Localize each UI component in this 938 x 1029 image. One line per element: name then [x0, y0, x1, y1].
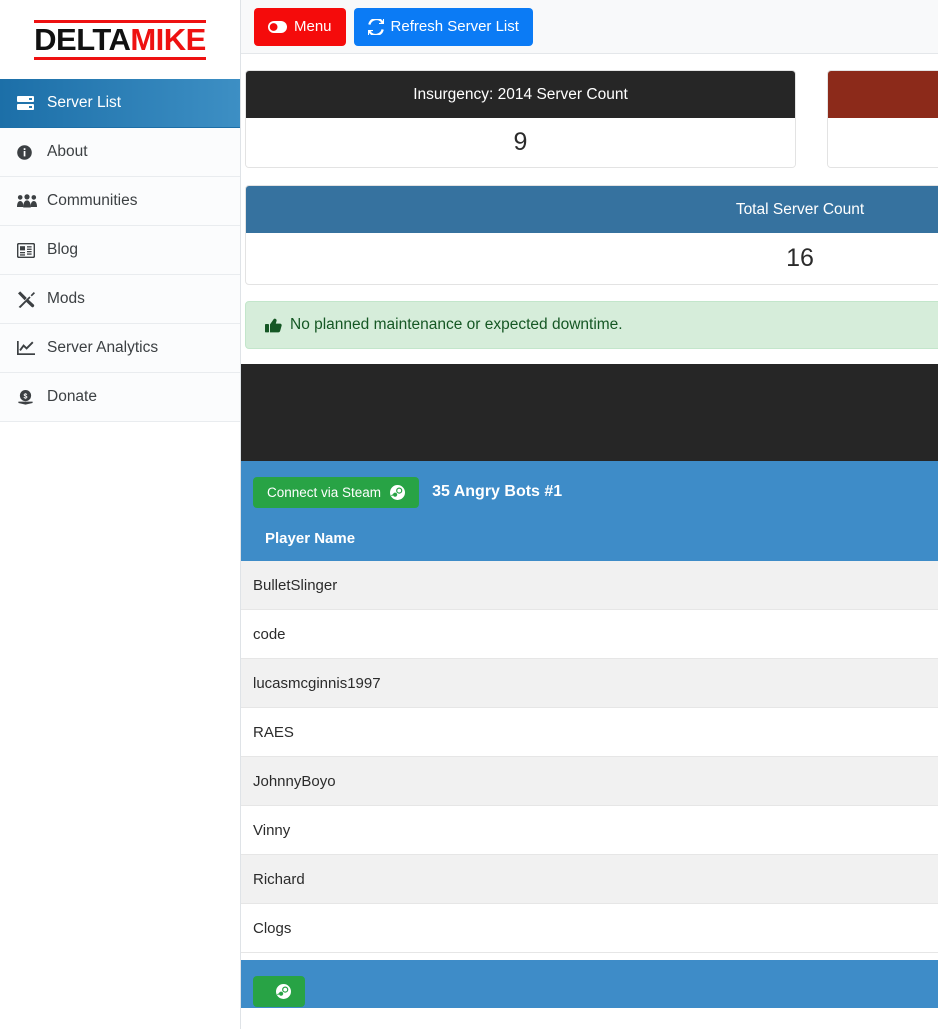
- steam-icon: [390, 484, 406, 500]
- server-card-header: Connect via Steam 35 Angry Bots #1 Playe…: [241, 461, 938, 561]
- table-row[interactable]: code: [241, 610, 938, 659]
- server-card: Connect via Steam 35 Angry Bots #1 Playe…: [241, 461, 938, 953]
- total-card-header: Total Server Count: [246, 186, 938, 233]
- server-card-header-row: Connect via Steam 35 Angry Bots #1: [253, 475, 938, 509]
- page-root: DELTAMIKE Server List About Communities …: [0, 0, 938, 1029]
- sidebar: DELTAMIKE Server List About Communities …: [0, 0, 241, 1029]
- table-row[interactable]: JohnnyBoyo: [241, 757, 938, 806]
- toolbar: Menu Refresh Server List: [241, 0, 938, 54]
- card-value: 9: [246, 118, 795, 167]
- sidebar-item-label: Server List: [47, 94, 122, 111]
- brand-logo-text: DELTAMIKE: [34, 19, 206, 60]
- server-card: [241, 960, 938, 1008]
- server-icon: [17, 95, 39, 111]
- alert-text: No planned maintenance or expected downt…: [290, 316, 623, 333]
- table-row[interactable]: Richard: [241, 855, 938, 904]
- money-icon: $: [17, 389, 39, 405]
- tools-icon: [17, 290, 39, 308]
- svg-text:$: $: [24, 394, 28, 401]
- sidebar-item-donate[interactable]: $ Donate: [0, 373, 240, 422]
- refresh-server-list-button[interactable]: Refresh Server List: [353, 7, 533, 46]
- card-value: [828, 118, 938, 167]
- sidebar-item-communities[interactable]: Communities: [0, 177, 240, 226]
- connect-via-steam-button[interactable]: [253, 975, 305, 1007]
- sidebar-item-label: Mods: [47, 290, 85, 307]
- sidebar-item-label: Communities: [47, 192, 138, 209]
- server-count-cards: Insurgency: 2014 Server Count 9: [241, 70, 938, 168]
- player-list: BulletSlinger code lucasmcginnis1997 RAE…: [241, 561, 938, 953]
- card-header: Insurgency: 2014 Server Count: [246, 71, 795, 118]
- table-row[interactable]: Clogs: [241, 904, 938, 953]
- total-card-value: 16: [786, 244, 814, 272]
- refresh-icon: [367, 18, 384, 35]
- sidebar-item-label: Server Analytics: [47, 339, 159, 356]
- content-area: Insurgency: 2014 Server Count 9 Total Se…: [241, 54, 938, 1008]
- info-circle-icon: [17, 144, 39, 160]
- table-row[interactable]: RAES: [241, 708, 938, 757]
- card-header: [828, 71, 938, 118]
- sidebar-item-about[interactable]: About: [0, 128, 240, 177]
- connect-via-steam-button[interactable]: Connect via Steam: [253, 476, 420, 508]
- sidebar-item-mods[interactable]: Mods: [0, 275, 240, 324]
- server-count-card: [827, 70, 938, 168]
- sidebar-item-server-analytics[interactable]: Server Analytics: [0, 324, 240, 373]
- table-row[interactable]: BulletSlinger: [241, 561, 938, 610]
- sidebar-item-label: Donate: [47, 388, 97, 405]
- steam-icon: [276, 983, 291, 999]
- users-icon: [17, 194, 39, 208]
- server-name: 35 Angry Bots #1: [432, 483, 563, 500]
- sidebar-item-label: About: [47, 143, 88, 160]
- sidebar-item-server-list[interactable]: Server List: [0, 79, 240, 128]
- brand-mike-text: MIKE: [130, 21, 206, 57]
- brand-logo[interactable]: DELTAMIKE: [0, 0, 240, 79]
- player-name-column-header: Player Name: [265, 530, 356, 547]
- newspaper-icon: [17, 242, 39, 258]
- chart-line-icon: [17, 340, 39, 356]
- total-server-count-card: Total Server Count 16: [245, 185, 938, 285]
- thumbs-up-icon: [265, 318, 282, 333]
- sidebar-nav: Server List About Communities Blog Mods …: [0, 79, 240, 422]
- main-content: Menu Refresh Server List Insurgency: 201…: [241, 0, 938, 1029]
- sidebar-item-label: Blog: [47, 241, 79, 258]
- server-card-header-row: [253, 974, 938, 1008]
- table-row[interactable]: lucasmcginnis1997: [241, 659, 938, 708]
- table-row[interactable]: Vinny: [241, 806, 938, 855]
- server-count-card: Insurgency: 2014 Server Count 9: [245, 70, 796, 168]
- connect-button-label: Connect via Steam: [267, 484, 382, 500]
- brand-delta-text: DELTA: [34, 21, 131, 57]
- maintenance-alert: No planned maintenance or expected downt…: [245, 301, 938, 349]
- server-list-panel: Connect via Steam 35 Angry Bots #1 Playe…: [241, 364, 938, 1008]
- refresh-button-label: Refresh Server List: [390, 18, 519, 35]
- panel-dark-header: [241, 364, 938, 461]
- menu-button[interactable]: Menu: [254, 7, 346, 46]
- menu-button-label: Menu: [294, 18, 332, 35]
- sidebar-item-blog[interactable]: Blog: [0, 226, 240, 275]
- server-card-header: [241, 960, 938, 1008]
- toggle-on-icon: [268, 20, 287, 33]
